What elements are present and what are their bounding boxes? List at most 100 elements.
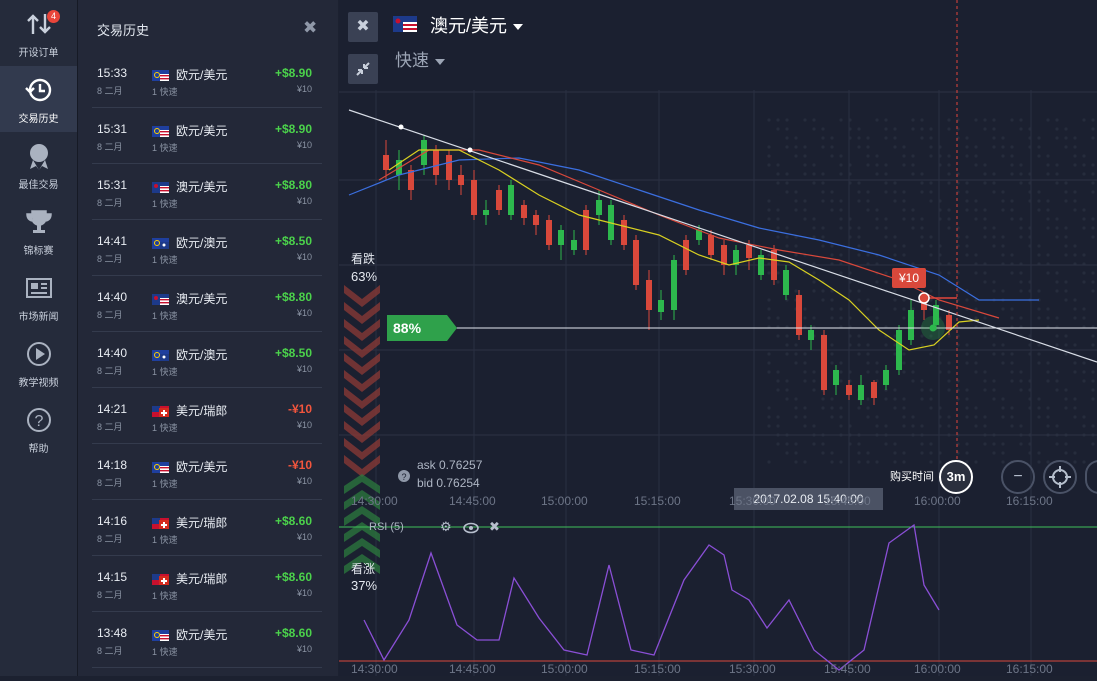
map-dot [1064,343,1068,347]
map-dot [974,415,978,419]
trade-pair: 美元/瑞郎 [176,572,228,586]
map-dot [1073,253,1077,257]
map-dot [821,181,825,185]
nav-tournament[interactable]: 锦标赛 [0,198,77,264]
map-dot [1010,145,1014,149]
map-dot [920,424,924,428]
mode-selector[interactable]: 快速 [395,46,445,71]
close-icon[interactable]: ✖ [489,519,500,535]
candle-body [633,240,639,285]
candle-body [683,240,689,270]
map-dot [1082,316,1086,320]
info-icon[interactable]: ? [397,469,411,483]
trade-row[interactable]: 15:33 8 二月 欧元/美元 1 快速 +$8.90 ¥10 [92,52,322,108]
map-dot [1010,118,1014,122]
map-dot [1001,145,1005,149]
map-dot [857,343,861,347]
map-dot [1064,127,1068,131]
candle-body [883,370,889,385]
flag-icon [152,348,169,361]
map-dot [983,271,987,275]
map-dot [803,154,807,158]
time-tick: 16:00:00 [914,494,961,508]
map-dot [1073,307,1077,311]
nav-help[interactable]: ? 帮助 [0,396,77,462]
trade-time: 14:16 [97,514,128,528]
map-dot [875,154,879,158]
trade-row[interactable]: 14:16 8 二月 美元/瑞郎 1 快速 +$8.60 ¥10 [92,500,322,556]
trade-row[interactable]: 15:31 8 二月 澳元/美元 1 快速 +$8.80 ¥10 [92,164,322,220]
crosshair-button[interactable] [1043,460,1077,494]
map-dot [947,217,951,221]
map-dot [821,136,825,140]
nav-history[interactable]: 交易历史 [0,66,77,132]
map-dot [857,298,861,302]
map-dot [1010,253,1014,257]
map-dot [1082,226,1086,230]
map-dot [929,460,933,464]
map-dot [1064,406,1068,410]
map-dot [1010,415,1014,419]
map-dot [875,307,879,311]
map-dot [920,172,924,176]
map-dot [902,307,906,311]
map-dot [812,271,816,275]
candle-body [521,205,527,218]
trade-date: 8 二月 [97,198,123,208]
nav-best-trades[interactable]: 最佳交易 [0,132,77,198]
map-dot [929,352,933,356]
map-dot [1091,424,1095,428]
map-dot [1010,172,1014,176]
trade-row[interactable]: 14:40 8 二月 欧元/澳元 1 快速 +$8.50 ¥10 [92,332,322,388]
trade-row[interactable]: 13:48 8 二月 欧元/美元 1 快速 +$8.60 ¥10 [92,612,322,668]
nav-news[interactable]: 市场新闻 [0,264,77,330]
map-dot [902,352,906,356]
trade-date: 8 二月 [97,366,123,376]
candle-body [846,385,852,395]
flag-icon [152,572,169,585]
trade-row[interactable]: 14:41 8 二月 欧元/澳元 1 快速 +$8.50 ¥10 [92,220,322,276]
expiry-selector[interactable]: 3m [939,460,973,494]
map-dot [866,415,870,419]
map-dot [794,397,798,401]
map-dot [902,163,906,167]
eye-icon[interactable] [463,522,479,534]
trade-row[interactable]: 15:31 8 二月 欧元/美元 1 快速 +$8.90 ¥10 [92,108,322,164]
nav-videos[interactable]: 教学视频 [0,330,77,396]
map-dot [911,154,915,158]
map-dot [965,235,969,239]
map-dot [929,181,933,185]
map-dot [902,406,906,410]
map-dot [920,244,924,248]
map-dot [839,154,843,158]
map-dot [794,253,798,257]
trade-profit: +$8.90 [274,66,312,80]
flag-icon [152,180,169,193]
zoom-out-button[interactable]: − [1001,460,1035,494]
candle-body [508,185,514,215]
map-dot [1055,118,1059,122]
map-dot [1010,361,1014,365]
close-icon[interactable]: ✖ [303,18,317,38]
collapse-button[interactable] [348,54,378,84]
trade-row[interactable]: 14:40 8 二月 澳元/美元 1 快速 +$8.80 ¥10 [92,276,322,332]
map-dot [785,442,789,446]
pair-selector[interactable]: 澳元/美元 [430,12,524,38]
trade-row[interactable]: 14:18 8 二月 欧元/美元 1 快速 -¥10 ¥10 [92,444,322,500]
map-dot [1091,343,1095,347]
chart-area[interactable]: ✖ 澳元/美元 快速 看跌 63% 看涨 37% 88% ? ask 0.762… [339,0,1097,676]
nav-label: 开设订单 [18,48,59,59]
map-dot [893,127,897,131]
trade-row[interactable]: 14:21 8 二月 美元/瑞郎 1 快速 -¥10 ¥10 [92,388,322,444]
trade-row[interactable]: 14:15 8 二月 美元/瑞郎 1 快速 +$8.60 ¥10 [92,556,322,612]
gear-icon[interactable]: ⚙ [440,519,452,535]
map-dot [1064,226,1068,230]
close-chart-button[interactable]: ✖ [348,12,378,42]
nav-open-order[interactable]: 4 开设订单 [0,0,77,66]
map-dot [929,298,933,302]
map-dot [974,307,978,311]
map-dot [857,127,861,131]
candle-body [433,150,439,175]
map-dot [839,307,843,311]
map-dot [893,298,897,302]
